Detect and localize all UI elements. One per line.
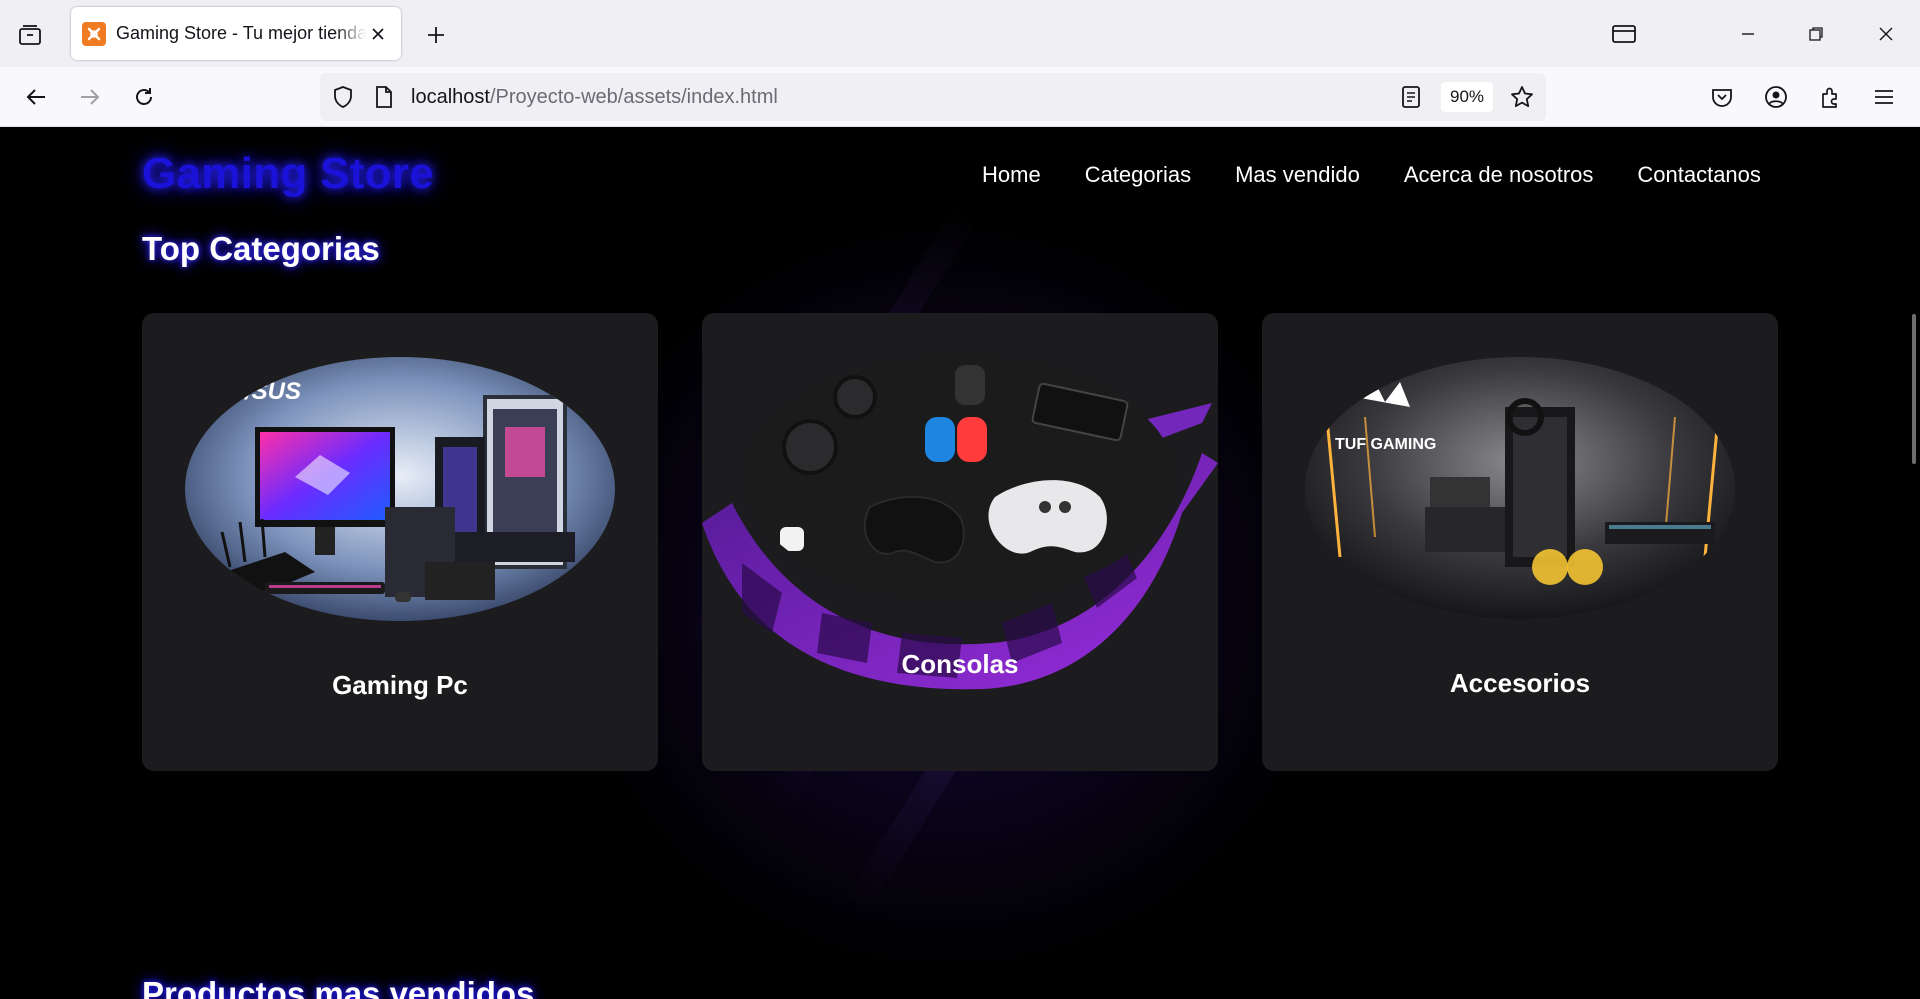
nav-acerca-de-nosotros[interactable]: Acerca de nosotros bbox=[1404, 162, 1594, 188]
category-label-accesorios: Accesorios bbox=[1449, 668, 1591, 698]
nav-mas-vendido[interactable]: Mas vendido bbox=[1235, 162, 1360, 188]
category-card-gaming-pc[interactable]: /SUS Gaming Pc bbox=[142, 313, 658, 771]
page-scrollbar[interactable] bbox=[1912, 314, 1916, 464]
bookmark-star-icon[interactable] bbox=[1510, 85, 1534, 109]
reload-icon[interactable] bbox=[126, 79, 162, 115]
url-host: localhost bbox=[411, 86, 490, 108]
forward-arrow-icon[interactable] bbox=[72, 79, 108, 115]
restore-window-button[interactable] bbox=[1798, 17, 1834, 51]
gaming-pc-image: /SUS bbox=[185, 357, 615, 621]
site-logo[interactable]: Gaming Store bbox=[142, 149, 434, 199]
navigation-toolbar: localhost/Proyecto-web/assets/index.html… bbox=[0, 67, 1920, 127]
top-categories-title: Top Categorias bbox=[142, 230, 380, 267]
best-sellers-title: Productos mas vendidos bbox=[142, 975, 535, 999]
url-path: /Proyecto-web/assets/index.html bbox=[489, 86, 778, 108]
extensions-icon[interactable] bbox=[1812, 79, 1848, 115]
consoles-image bbox=[745, 357, 1175, 599]
web-page: Gaming Store Home Categorias Mas vendido… bbox=[0, 127, 1920, 999]
menu-hamburger-icon[interactable] bbox=[1866, 79, 1902, 115]
reader-view-icon[interactable] bbox=[1399, 85, 1423, 109]
url-bar[interactable]: localhost/Proyecto-web/assets/index.html… bbox=[320, 73, 1546, 121]
browser-tab[interactable]: Gaming Store - Tu mejor tienda bbox=[71, 7, 401, 60]
nav-categorias[interactable]: Categorias bbox=[1085, 162, 1191, 188]
tab-title: Gaming Store - Tu mejor tienda bbox=[116, 23, 366, 43]
minimize-window-button[interactable] bbox=[1730, 17, 1766, 51]
category-label-gaming-pc: Gaming Pc bbox=[332, 670, 468, 700]
nav-home[interactable]: Home bbox=[982, 162, 1041, 188]
shield-icon[interactable] bbox=[331, 85, 355, 109]
tab-strip: Gaming Store - Tu mejor tienda bbox=[0, 0, 1920, 67]
nav-contactanos[interactable]: Contactanos bbox=[1637, 162, 1761, 188]
category-card-consolas[interactable]: Consolas bbox=[702, 313, 1218, 771]
pocket-icon[interactable] bbox=[1704, 79, 1740, 115]
account-icon[interactable] bbox=[1758, 79, 1794, 115]
svg-text:TUF GAMING: TUF GAMING bbox=[1335, 436, 1436, 453]
url-text[interactable]: localhost/Proyecto-web/assets/index.html bbox=[411, 86, 778, 109]
zoom-level-badge[interactable]: 90% bbox=[1441, 82, 1493, 112]
site-nav: Home Categorias Mas vendido Acerca de no… bbox=[982, 162, 1761, 188]
tab-list-icon[interactable] bbox=[14, 19, 46, 51]
category-label-consolas: Consolas bbox=[901, 649, 1019, 679]
back-arrow-icon[interactable] bbox=[18, 79, 54, 115]
close-window-button[interactable] bbox=[1868, 17, 1904, 51]
page-icon[interactable] bbox=[372, 85, 396, 109]
accessories-image: TUF GAMING bbox=[1305, 357, 1735, 619]
picture-in-picture-icon[interactable] bbox=[1606, 17, 1642, 51]
svg-text:/SUS: /SUS bbox=[244, 378, 301, 405]
xampp-icon bbox=[82, 21, 106, 46]
close-tab-icon[interactable] bbox=[367, 23, 389, 45]
new-tab-button[interactable] bbox=[420, 19, 452, 51]
category-card-accesorios[interactable]: TUF GAMING Accesorios bbox=[1262, 313, 1778, 771]
